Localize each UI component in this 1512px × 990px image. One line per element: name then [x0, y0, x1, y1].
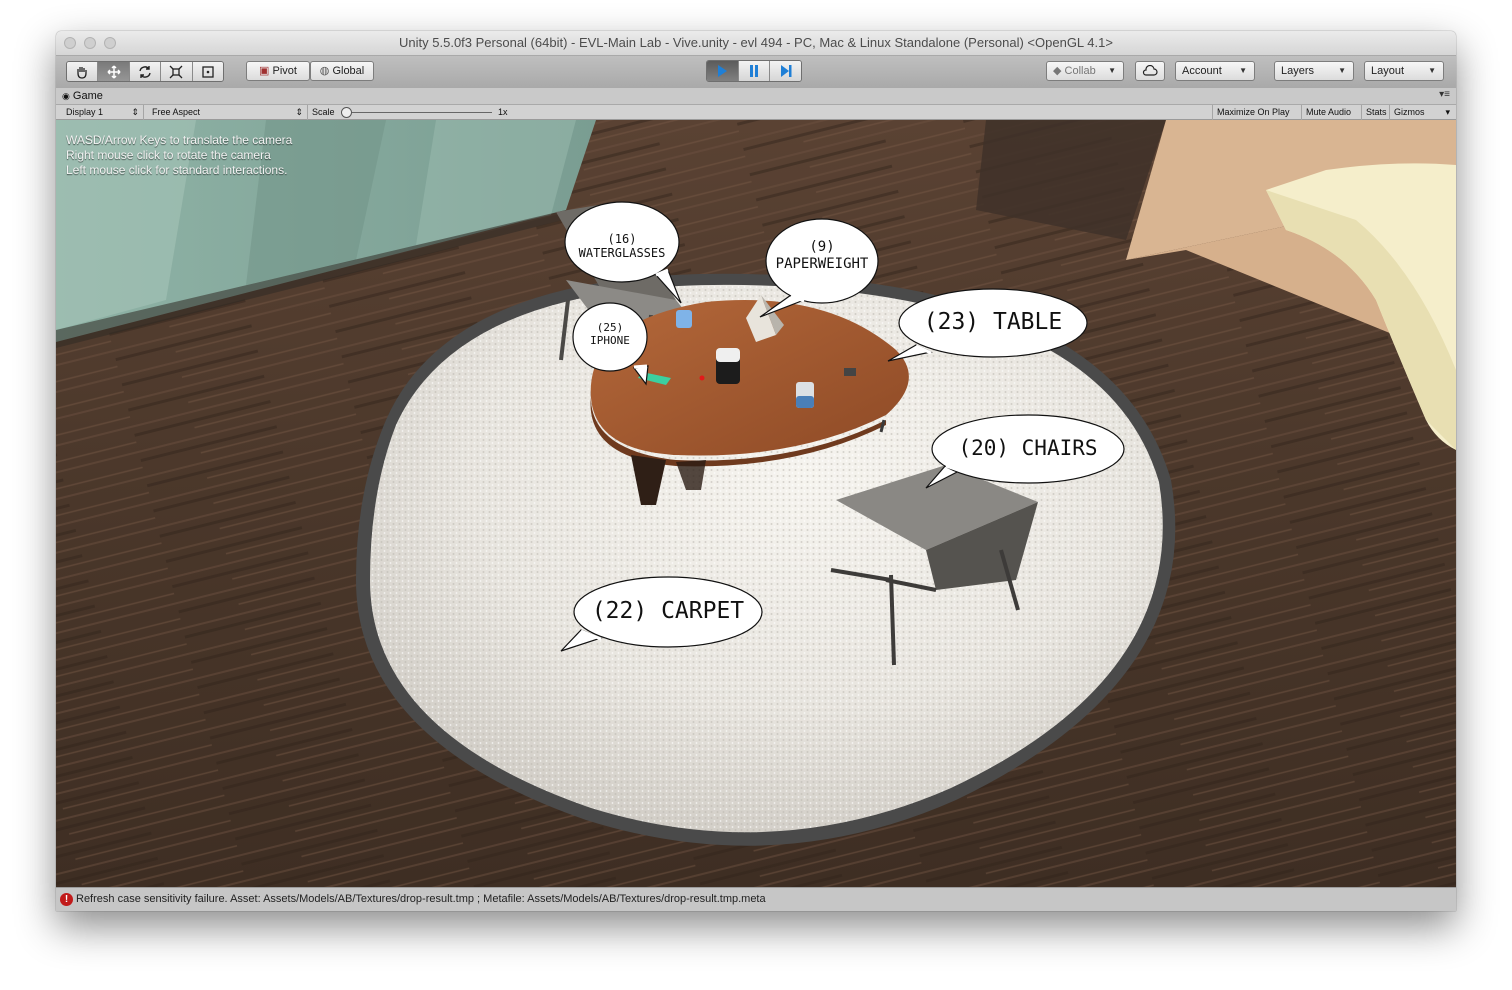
title-bar: Unity 5.5.0f3 Personal (64bit) - EVL-Mai… [56, 31, 1456, 56]
play-button[interactable] [707, 61, 739, 81]
pivot-icon: ▣ [259, 65, 270, 77]
rect-icon [202, 65, 214, 78]
label-carpet: (22) CARPET [591, 598, 745, 624]
waterglasses-count: (16) [607, 232, 637, 246]
scale-value: 1x [498, 107, 508, 117]
error-icon: ! [60, 893, 73, 906]
collab-label: Collab [1064, 65, 1096, 77]
playback-controls [706, 60, 802, 82]
account-label: Account [1182, 65, 1222, 77]
pivot-label: Pivot [272, 65, 297, 77]
label-table: (23) TABLE [923, 309, 1063, 335]
label-iphone: (25) IPHONE [575, 321, 645, 347]
mute-audio-toggle[interactable]: Mute Audio [1302, 105, 1362, 120]
zoom-window-button[interactable] [104, 37, 116, 49]
pivot-toggle[interactable]: ▣ Pivot [246, 61, 310, 81]
scale-label: Scale [312, 107, 335, 117]
aspect-label: Free Aspect [152, 107, 201, 117]
game-tab-icon: ◉ [62, 91, 70, 101]
scale-slider[interactable] [344, 112, 492, 113]
label-waterglasses: (16) WATERGLASSES [562, 232, 682, 261]
scale-slider-thumb[interactable] [341, 107, 352, 118]
chevron-down-icon: ▼ [1338, 66, 1346, 75]
pause-icon [750, 65, 758, 77]
aspect-select[interactable]: Free Aspect ⇕ [148, 105, 308, 120]
chevron-down-icon: ▼ [1428, 66, 1436, 75]
collab-dropdown[interactable]: ◆ Collab ▼ [1046, 61, 1124, 81]
paperweight-count: (9) [809, 239, 835, 255]
move-icon [107, 64, 121, 79]
gizmos-label: Gizmos [1394, 107, 1425, 117]
hand-tool-button[interactable] [67, 62, 99, 81]
global-label: Global [332, 65, 365, 77]
layout-label: Layout [1371, 65, 1405, 77]
gizmos-dropdown[interactable]: Gizmos ▾ [1390, 105, 1456, 120]
status-message: Refresh case sensitivity failure. Asset:… [76, 893, 766, 905]
iphone-name: IPHONE [590, 334, 630, 348]
account-dropdown[interactable]: Account ▼ [1175, 61, 1255, 81]
hint-line: Right mouse click to rotate the camera [66, 148, 271, 162]
layers-label: Layers [1281, 65, 1315, 77]
controls-hint: WASD/Arrow Keys to translate the camera … [66, 133, 292, 178]
layout-dropdown[interactable]: Layout ▼ [1364, 61, 1444, 81]
chevron-down-icon: ▼ [1108, 66, 1116, 75]
maximize-label: Maximize On Play [1217, 107, 1290, 117]
display-label: Display 1 [66, 107, 104, 117]
collab-icon: ◆ [1053, 65, 1062, 77]
hand-icon [77, 66, 87, 79]
iphone-count: (25) [596, 321, 624, 334]
cloud-button[interactable] [1135, 61, 1165, 81]
hint-line: Left mouse click for standard interactio… [66, 163, 288, 177]
scale-tool-button[interactable] [161, 62, 193, 81]
game-viewport[interactable]: WASD/Arrow Keys to translate the camera … [56, 120, 1456, 887]
scene-render [56, 120, 1456, 887]
stats-toggle[interactable]: Stats [1362, 105, 1390, 120]
unity-window: Unity 5.5.0f3 Personal (64bit) - EVL-Mai… [56, 31, 1456, 911]
play-icon [718, 65, 728, 77]
rotate-icon [139, 65, 151, 78]
main-toolbar: ▣ Pivot ◍ Global ◆ Collab ▼ Account ▼ La… [56, 56, 1456, 89]
minimize-window-button[interactable] [84, 37, 96, 49]
select-arrows-icon: ⇕ [295, 107, 303, 117]
scale-control: Scale 1x [308, 105, 518, 120]
chevron-down-icon: ▾ [1445, 107, 1450, 117]
global-toggle[interactable]: ◍ Global [310, 61, 374, 81]
label-chairs: (20) CHAIRS [958, 436, 1098, 460]
panel-menu-icon[interactable]: ▾≡ [1439, 89, 1450, 100]
tab-game[interactable]: ◉ Game [62, 88, 103, 104]
mute-label: Mute Audio [1306, 107, 1352, 117]
game-tab-label: Game [72, 90, 103, 102]
window-title: Unity 5.5.0f3 Personal (64bit) - EVL-Mai… [399, 35, 1113, 50]
waterglasses-name: WATERGLASSES [578, 246, 666, 261]
move-tool-button[interactable] [98, 62, 130, 81]
step-button[interactable] [770, 61, 801, 81]
step-icon [780, 65, 792, 77]
rect-tool-button[interactable] [192, 62, 223, 81]
stats-label: Stats [1366, 107, 1387, 117]
close-window-button[interactable] [64, 37, 76, 49]
select-arrows-icon: ⇕ [131, 107, 139, 117]
globe-icon: ◍ [319, 65, 330, 77]
hint-line: WASD/Arrow Keys to translate the camera [66, 133, 293, 147]
transform-tools [66, 61, 224, 82]
console-status-bar[interactable]: ! Refresh case sensitivity failure. Asse… [56, 887, 1456, 911]
paperweight-name: PAPERWEIGHT [775, 255, 869, 272]
label-paperweight: (9) PAPERWEIGHT [762, 239, 882, 273]
rotate-tool-button[interactable] [129, 62, 162, 81]
chevron-down-icon: ▼ [1239, 66, 1247, 75]
scale-icon [169, 65, 183, 78]
game-view-controls: Display 1 ⇕ Free Aspect ⇕ Scale 1x Maxim… [56, 104, 1456, 120]
display-select[interactable]: Display 1 ⇕ [62, 105, 144, 120]
cloud-icon [1142, 64, 1158, 76]
maximize-on-play-toggle[interactable]: Maximize On Play [1212, 105, 1302, 120]
pause-button[interactable] [738, 61, 771, 81]
game-tab-bar: ◉ Game ▾≡ [56, 88, 1456, 104]
layers-dropdown[interactable]: Layers ▼ [1274, 61, 1354, 81]
